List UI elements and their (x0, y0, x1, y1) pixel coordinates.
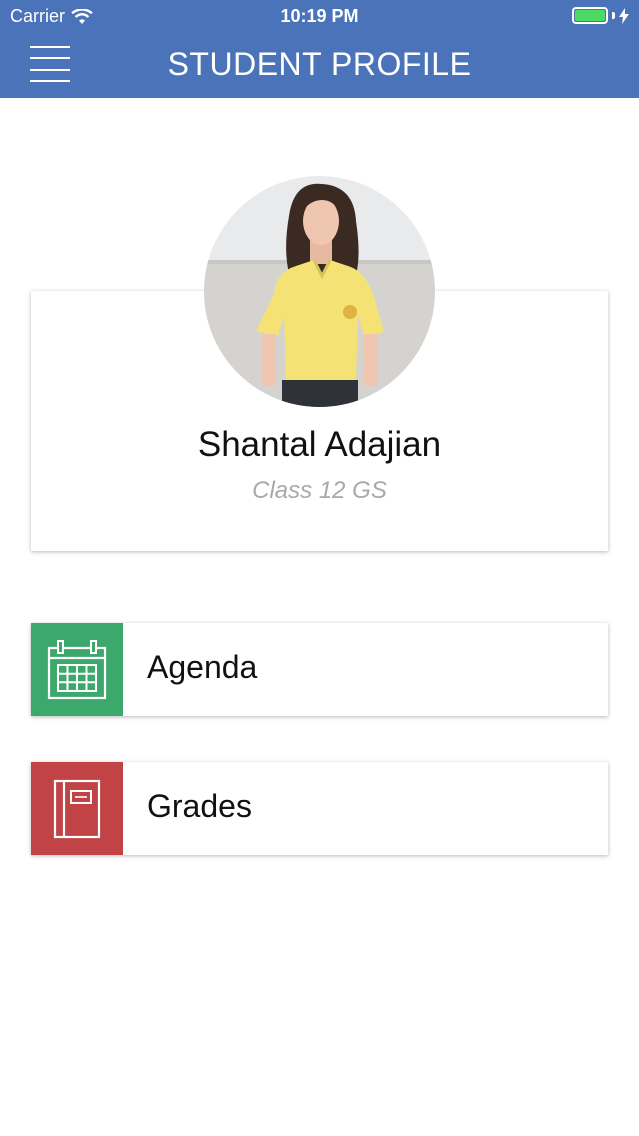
battery-tip (612, 12, 615, 19)
grades-menu-item[interactable]: Grades (31, 762, 608, 855)
page-title: STUDENT PROFILE (167, 46, 472, 82)
agenda-label: Agenda (147, 649, 258, 685)
grades-icon-box (31, 762, 123, 855)
app-header: Carrier 10:19 PM STUDENT PROFILE (0, 0, 639, 98)
agenda-icon-box (31, 623, 123, 716)
charging-bolt-icon (619, 7, 629, 24)
student-photo (204, 176, 435, 407)
grades-label: Grades (147, 788, 252, 824)
battery-indicator (572, 7, 629, 24)
student-avatar (204, 176, 435, 407)
agenda-menu-item[interactable]: Agenda (31, 623, 608, 716)
student-class: Class 12 GS (252, 477, 387, 504)
calendar-icon (47, 639, 107, 699)
battery-level (575, 10, 605, 21)
status-time: 10:19 PM (280, 6, 359, 26)
student-name: Shantal Adajian (197, 425, 442, 464)
battery-icon (572, 7, 608, 24)
notebook-icon (53, 779, 101, 838)
status-bar: Carrier 10:19 PM (0, 0, 639, 32)
